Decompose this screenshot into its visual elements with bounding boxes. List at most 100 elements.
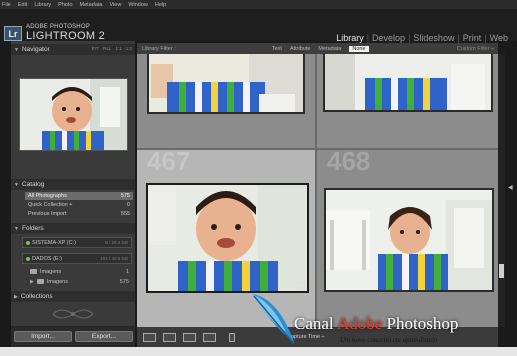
menu-file[interactable]: File <box>2 2 11 8</box>
catalog-item-label: Previous Import <box>28 211 67 217</box>
catalog-item-label: Quick Collection + <box>28 202 73 208</box>
catalog-header[interactable]: ▼ Catalog <box>11 179 135 190</box>
zoom-1-2[interactable]: 1:2 <box>126 46 132 51</box>
menu-help[interactable]: Help <box>155 2 166 8</box>
module-slideshow[interactable]: Slideshow <box>410 33 457 43</box>
catalog-item-all-photographs[interactable]: All Photographs 575 <box>25 192 133 200</box>
volume-status-icon <box>26 256 30 261</box>
import-button[interactable]: Import... <box>14 331 72 342</box>
catalog-item-count: 0 <box>126 202 130 208</box>
collapse-triangle-icon[interactable]: ▼ <box>14 47 19 53</box>
grid-cell[interactable] <box>137 54 315 148</box>
expand-panel-arrow-icon[interactable]: ◀ <box>508 184 513 191</box>
thumbnail-photo <box>148 185 307 291</box>
import-export-bar: Import... Export... <box>11 326 135 347</box>
filter-text[interactable]: Text <box>272 46 282 52</box>
thumbnail-photo <box>326 190 492 290</box>
navigator-photo <box>20 79 127 150</box>
loupe-view-icon[interactable] <box>163 333 176 342</box>
navigator-zoom-options: FIT FILL 1:1 1:2 <box>92 46 132 51</box>
grid-cell[interactable] <box>317 54 498 148</box>
folders-header[interactable]: ▼ Folders <box>11 223 135 234</box>
export-button[interactable]: Export... <box>75 331 133 342</box>
volume-label: DADOS (E:) <box>32 255 62 262</box>
menu-metadata[interactable]: Metadata <box>80 2 103 8</box>
channel-watermark: Canal Adobe Photoshop Um novo conceito e… <box>248 288 508 356</box>
menu-view[interactable]: View <box>109 2 121 8</box>
volume-status-icon <box>26 240 30 245</box>
menu-library[interactable]: Library <box>34 2 51 8</box>
scrollbar-thumb[interactable] <box>499 264 504 278</box>
catalog-item-quick-collection[interactable]: Quick Collection + 0 <box>25 201 133 209</box>
painter-icon[interactable] <box>229 333 235 342</box>
collections-title: Collections <box>20 293 53 300</box>
volume-label: SISTEMA-XP (C:) <box>32 239 76 246</box>
navigator-preview[interactable] <box>19 78 128 151</box>
compare-view-icon[interactable] <box>183 333 196 342</box>
catalog-title: Catalog <box>21 181 45 188</box>
menu-window[interactable]: Window <box>128 2 148 8</box>
library-filter-bar: Library Filter : Text Attribute Metadata… <box>137 43 498 54</box>
catalog-item-label: All Photographs <box>28 193 67 199</box>
navigator-title: Navigator <box>21 46 50 53</box>
grid-view-icon[interactable] <box>143 333 156 342</box>
zoom-1-1[interactable]: 1:1 <box>115 46 121 51</box>
folder-count: 575 <box>119 278 129 285</box>
window-bottom-edge <box>0 347 517 356</box>
folder-icon <box>36 279 44 284</box>
panel-end-mark-icon <box>52 309 94 319</box>
collections-header[interactable]: ▶ Collections <box>11 291 135 302</box>
volume-sistema-xp[interactable]: SISTEMA-XP (C:) 8 / 29.3 GB <box>22 237 132 248</box>
volume-info: 104 / 40.0 GB <box>100 256 128 261</box>
menu-photo[interactable]: Photo <box>58 2 72 8</box>
zoom-fill[interactable]: FILL <box>102 46 111 51</box>
photo-thumbnail[interactable] <box>147 54 305 114</box>
navigator-header[interactable]: ▼ Navigator FIT FILL 1:1 1:2 <box>11 44 135 55</box>
menu-edit[interactable]: Edit <box>18 2 27 8</box>
lightroom-logo: Lr <box>4 26 22 41</box>
filter-attribute[interactable]: Attribute <box>290 46 310 52</box>
feather-logo-icon <box>252 294 295 345</box>
filter-metadata[interactable]: Metadata <box>318 46 341 52</box>
left-panel: ▼ Navigator FIT FILL 1:1 1:2 ▼ Catalog A… <box>11 41 135 347</box>
survey-view-icon[interactable] <box>203 333 216 342</box>
photo-grid: 467 468 <box>137 54 498 327</box>
left-panel-edge[interactable] <box>0 41 11 347</box>
folder-label: Imagens <box>46 278 68 285</box>
photo-thumbnail[interactable] <box>324 188 494 292</box>
filter-none[interactable]: None <box>349 45 369 52</box>
folder-icon <box>30 269 37 274</box>
volume-dados[interactable]: DADOS (E:) 104 / 40.0 GB <box>22 253 132 264</box>
module-picker: Library | Develop | Slideshow | Print | … <box>333 33 511 43</box>
zoom-fit[interactable]: FIT <box>92 46 99 51</box>
photo-thumbnail[interactable] <box>323 54 493 112</box>
folder-item-imagens-2[interactable]: ▶ Imagens 575 <box>27 277 132 286</box>
collapse-triangle-icon[interactable]: ▼ <box>14 182 19 188</box>
folders-title: Folders <box>21 225 44 232</box>
expand-triangle-icon[interactable]: ▶ <box>14 294 18 300</box>
folder-item-imagens[interactable]: Imagens 1 <box>27 267 132 276</box>
photo-thumbnail-selected[interactable] <box>146 183 309 293</box>
filter-preset-select[interactable]: Custom Filter ÷ <box>457 46 494 52</box>
watermark-tagline: Um novo conceito em aprendizado <box>340 336 438 344</box>
volume-info: 8 / 29.3 GB <box>105 240 128 245</box>
folder-label: Imagens <box>40 268 62 275</box>
watermark-adobe: Adobe <box>336 314 383 333</box>
catalog-item-count: 555 <box>120 211 130 217</box>
module-print[interactable]: Print <box>460 33 485 43</box>
identity-plate: Lr ADOBE PHOTOSHOP LIGHTROOM 2 Library |… <box>0 9 517 43</box>
watermark-photoshop: Photoshop <box>386 314 459 333</box>
expand-triangle-icon[interactable]: ▶ <box>30 279 34 285</box>
module-library[interactable]: Library <box>333 33 367 43</box>
filter-title: Library Filter : <box>142 45 176 52</box>
module-develop[interactable]: Develop <box>369 33 408 43</box>
watermark-title: Canal Adobe Photoshop <box>294 314 458 334</box>
cell-index-number: 467 <box>147 150 191 176</box>
cell-index-number: 468 <box>327 150 371 176</box>
catalog-item-previous-import[interactable]: Previous Import 555 <box>25 210 133 218</box>
thumbnail-photo <box>149 54 303 112</box>
menu-bar: File Edit Library Photo Metadata View Wi… <box>0 0 517 9</box>
thumbnail-photo <box>325 54 491 110</box>
grid-scrollbar[interactable] <box>498 54 505 327</box>
collapse-triangle-icon[interactable]: ▼ <box>14 226 19 232</box>
